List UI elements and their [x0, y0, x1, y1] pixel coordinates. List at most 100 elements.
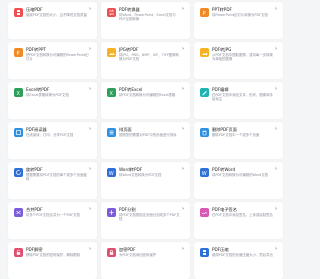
- chevron-right-icon: ›: [182, 46, 184, 52]
- chevron-right-icon: ›: [275, 86, 277, 92]
- chevron-right-icon: ›: [275, 206, 277, 212]
- compress-icon: [14, 8, 23, 17]
- excel-icon: X: [107, 88, 116, 97]
- excel-icon: X: [14, 88, 23, 97]
- tool-title: PDF电子签名: [212, 207, 237, 212]
- ppt-icon: P: [14, 48, 23, 57]
- tool-title: 加密PDF: [119, 247, 136, 252]
- chevron-right-icon: ›: [182, 86, 184, 92]
- signature-icon: [200, 208, 209, 217]
- delete-icon: [200, 128, 209, 137]
- tool-description: 根据需要将PDF文档的单个或多个页面旋转: [26, 172, 87, 181]
- tool-title: 合并PDF: [26, 207, 43, 212]
- merge-icon: [14, 208, 23, 217]
- tool-description: 为PDF文档添加密码保护: [119, 252, 157, 257]
- tool-title: Excel转PDF: [26, 87, 50, 92]
- word-icon: W: [107, 168, 116, 177]
- chevron-right-icon: ›: [182, 246, 184, 252]
- unlock-icon: [14, 248, 23, 257]
- tool-description: 把PDF文档转换为可编辑的PowerPoint幻灯片: [26, 52, 89, 61]
- tool-description: 按照您的需要对PDF中的页面进行排序: [119, 132, 177, 137]
- tool-grid: 压缩PDF 缩减PDF文档的大小，且不降低文档质量 › PDF转换器 将Word、Pow…: [8, 2, 283, 279]
- chevron-right-icon: ›: [89, 126, 91, 132]
- tool-card[interactable]: JPG转PDF 将JPG、PNG、BMP、GIF、TIFF图像转换为PDF文档 ›: [101, 42, 190, 79]
- tool-card[interactable]: 删除PDF页面 删除PDF文档中一个或多个页面 ›: [194, 122, 283, 159]
- tool-title: PDF转Word: [212, 167, 236, 172]
- tool-title: 删除PDF页面: [212, 127, 237, 132]
- tool-card[interactable]: 排页面 按照您的需要对PDF中的页面进行排序 ›: [101, 122, 190, 159]
- word-icon: W: [200, 168, 209, 177]
- edit-icon: [200, 88, 209, 97]
- tool-title: PPT转PDF: [212, 7, 232, 12]
- tool-card[interactable]: PDF阅读器 在线阅读，打印，分享PDF文档 ›: [8, 122, 97, 159]
- tool-card[interactable]: 加密PDF 为PDF文档添加密码保护 ›: [101, 242, 190, 279]
- tool-description: 将PDF文档转换为可编辑的Excel表格: [119, 92, 176, 97]
- tool-card[interactable]: 压缩PDF 缩减PDF文档的大小，且不降低文档质量 ›: [8, 2, 97, 39]
- chevron-right-icon: ›: [275, 46, 277, 52]
- chevron-right-icon: ›: [89, 46, 91, 52]
- tool-description: 将Word、PowerPoint、Excel文档与PDF互相转换: [119, 12, 176, 21]
- svg-text:X: X: [17, 91, 21, 96]
- tool-description: 移除PDF文档的密码保护，解除限制: [26, 252, 81, 257]
- tool-title: PDF转JPG: [212, 47, 232, 52]
- tool-title: 排页面: [119, 127, 132, 132]
- tool-card[interactable]: 旋转PDF 根据需要将PDF文档的单个或多个页面旋转 ›: [8, 162, 97, 199]
- sort-icon: [107, 128, 116, 137]
- tool-card[interactable]: PDF编辑 在PDF文档中添加文本、形状、图像和手绘标注 ›: [194, 82, 283, 119]
- chevron-right-icon: ›: [275, 166, 277, 172]
- svg-text:P: P: [17, 51, 20, 56]
- tool-title: PDF编辑: [212, 87, 229, 92]
- tool-card[interactable]: 合并PDF 将多个PDF文档合并为一个PDF文档 ›: [8, 202, 97, 239]
- tool-card[interactable]: PDF转换器 将Word、PowerPoint、Excel文档与PDF互相转换 ›: [101, 2, 190, 39]
- chevron-right-icon: ›: [89, 246, 91, 252]
- tool-description: 将Word文档转换为PDF文档: [119, 172, 162, 177]
- tool-title: PDF压缩: [212, 247, 229, 252]
- tool-title: PDF转Excel: [119, 87, 143, 92]
- chevron-right-icon: ›: [182, 6, 184, 12]
- tool-title: JPG转PDF: [119, 47, 139, 52]
- tool-card[interactable]: PDF电子签名 在PDF文档中添加签名，上传或绘制签名 ›: [194, 202, 283, 239]
- tool-title: PDF转PPT: [26, 47, 46, 52]
- tool-title: PDF转换器: [119, 7, 140, 12]
- ppt-icon: P: [200, 8, 209, 17]
- tool-description: 从PDF文档中提取图像，或将每一页转换为单独的图像: [212, 52, 273, 61]
- tool-card[interactable]: PDF压缩 使用PDF文档的页面压缩大小，然后导出 ›: [194, 242, 283, 279]
- tool-title: PDF阅读器: [26, 127, 47, 132]
- tool-description: 使用PDF文档的页面压缩大小，然后导出: [212, 252, 273, 257]
- rotate-icon: [14, 168, 23, 177]
- tool-description: 在线阅读，打印，分享PDF文档: [26, 132, 74, 137]
- svg-text:W: W: [109, 171, 114, 176]
- tool-description: 将PowerPoint幻灯片转换为PDF文档: [212, 12, 268, 17]
- tool-card[interactable]: X PDF转Excel 将PDF文档转换为可编辑的Excel表格 ›: [101, 82, 190, 119]
- tool-card[interactable]: W Word转PDF 将Word文档转换为PDF文档 ›: [101, 162, 190, 199]
- converter-icon: [107, 8, 116, 17]
- chevron-right-icon: ›: [182, 166, 184, 172]
- tool-description: 缩减PDF文档的大小，且不降低文档质量: [26, 12, 87, 17]
- chevron-right-icon: ›: [275, 126, 277, 132]
- tool-description: 将PDF文档转换为可编辑的Word文档: [212, 172, 269, 177]
- svg-text:P: P: [203, 11, 206, 16]
- tool-description: 在PDF文档中添加文本、形状、图像和手绘标注: [212, 92, 273, 101]
- svg-text:W: W: [202, 171, 207, 176]
- tool-card[interactable]: PDF分割 将PDF文档按指定页面分割成多个PDF文档 ›: [101, 202, 190, 239]
- tool-title: Word转PDF: [119, 167, 143, 172]
- tool-description: 将Excel表格转换为PDF文档: [26, 92, 69, 97]
- tool-card[interactable]: PDF转JPG 从PDF文档中提取图像，或将每一页转换为单独的图像 ›: [194, 42, 283, 79]
- chevron-right-icon: ›: [89, 86, 91, 92]
- chevron-right-icon: ›: [89, 166, 91, 172]
- split-icon: [107, 208, 116, 217]
- tool-description: 在PDF文档中添加签名，上传或绘制签名: [212, 212, 273, 217]
- reader-icon: [14, 128, 23, 137]
- tool-card[interactable]: X Excel转PDF 将Excel表格转换为PDF文档 ›: [8, 82, 97, 119]
- tool-card[interactable]: PDF解密 移除PDF文档的密码保护，解除限制 ›: [8, 242, 97, 279]
- chevron-right-icon: ›: [275, 246, 277, 252]
- svg-text:X: X: [110, 91, 114, 96]
- tool-title: PDF解密: [26, 247, 43, 252]
- tool-description: 将JPG、PNG、BMP、GIF、TIFF图像转换为PDF文档: [119, 52, 179, 61]
- tool-card[interactable]: P PPT转PDF 将PowerPoint幻灯片转换为PDF文档 ›: [194, 2, 283, 39]
- tool-description: 将多个PDF文档合并为一个PDF文档: [26, 212, 80, 217]
- compress-icon: [200, 248, 209, 257]
- tool-card[interactable]: W PDF转Word 将PDF文档转换为可编辑的Word文档 ›: [194, 162, 283, 199]
- image-icon: [200, 48, 209, 57]
- tool-card[interactable]: P PDF转PPT 把PDF文档转换为可编辑的PowerPoint幻灯片 ›: [8, 42, 97, 79]
